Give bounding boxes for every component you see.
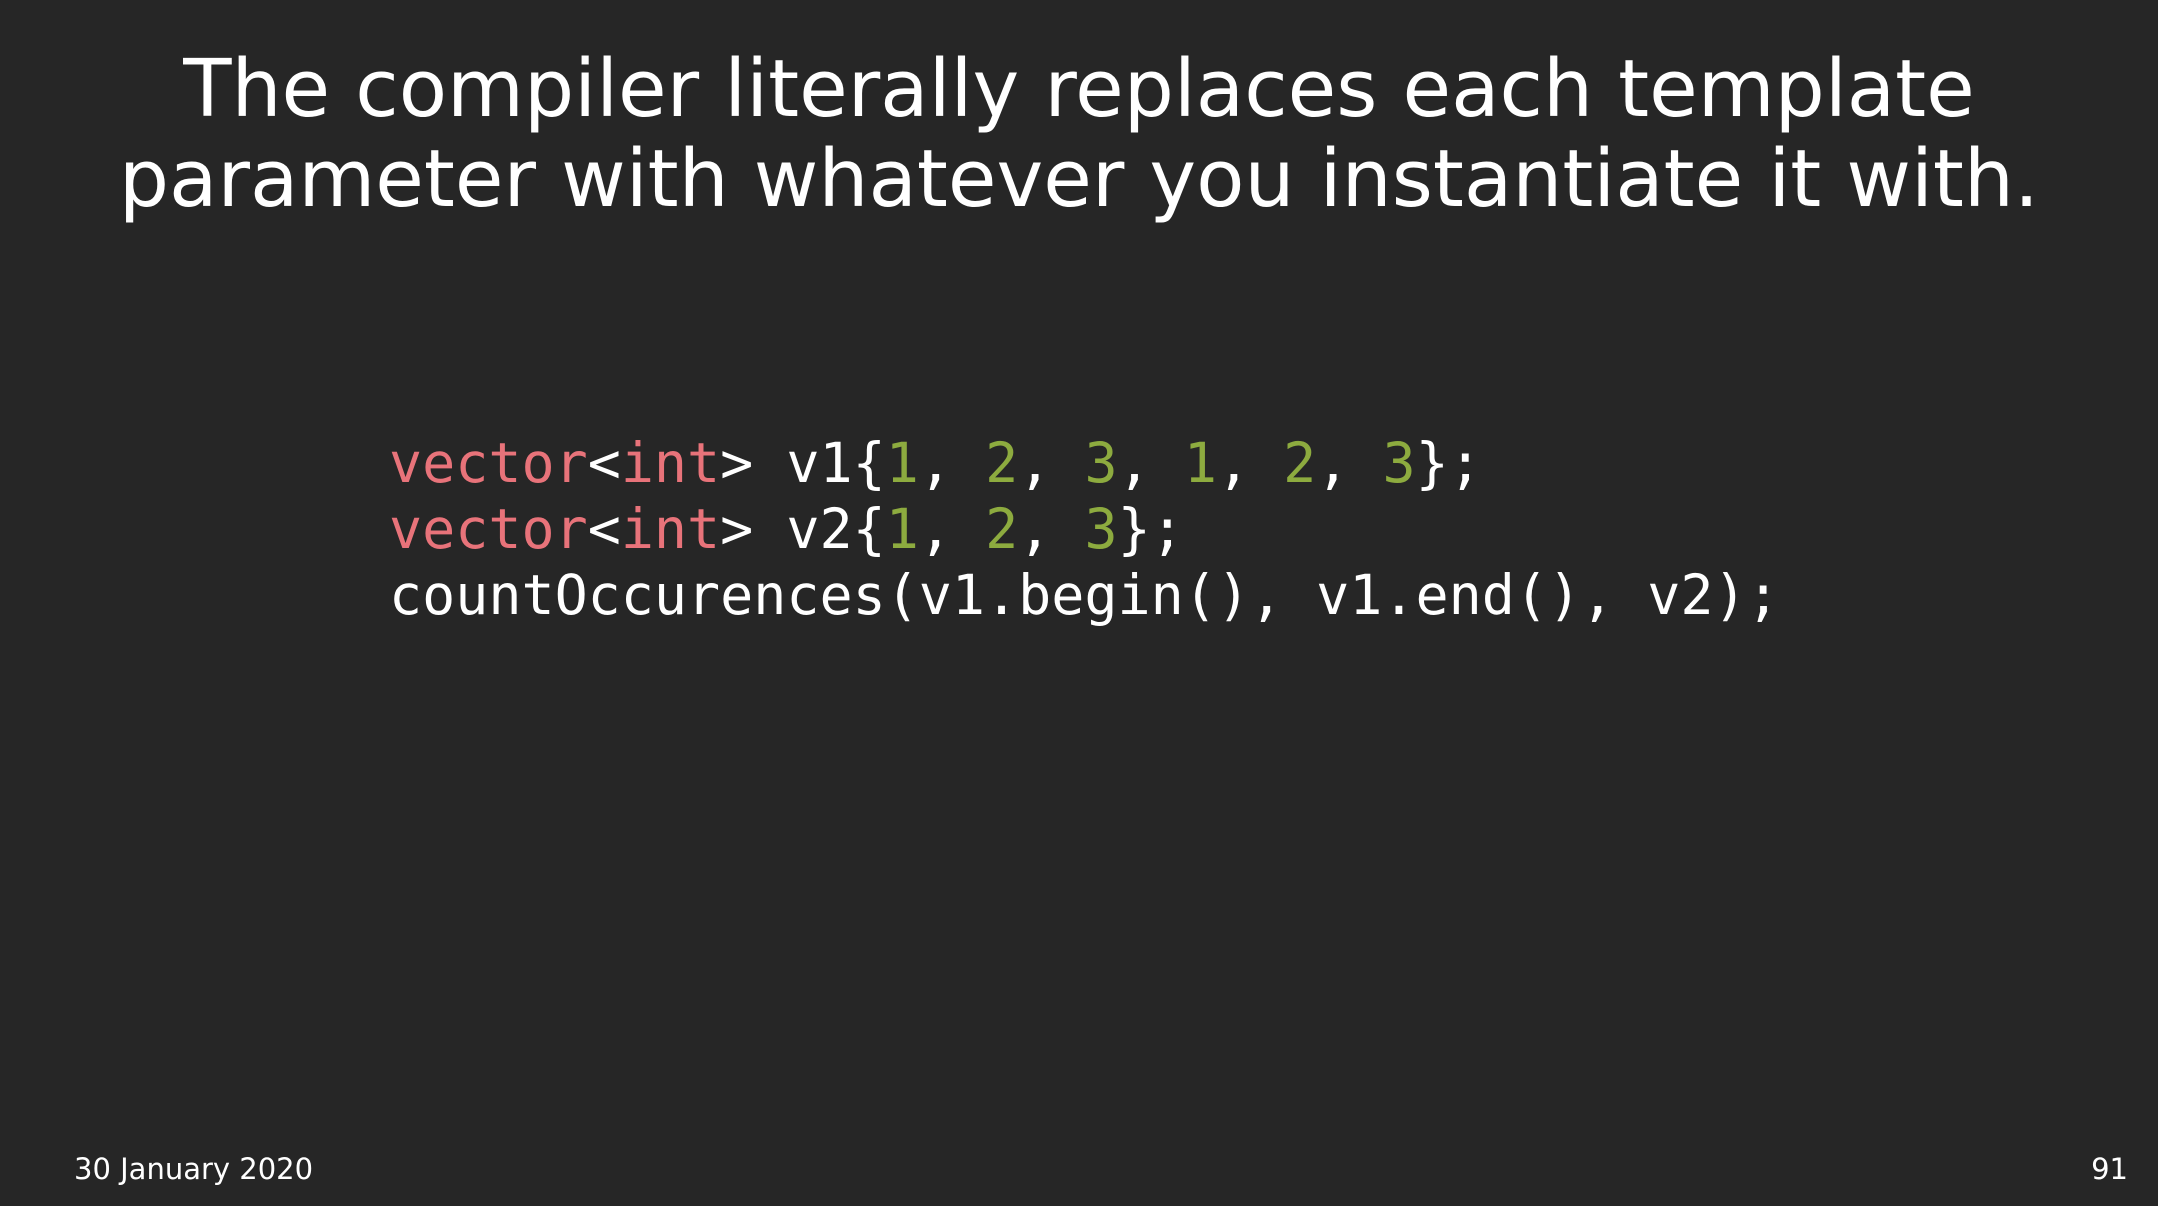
- code-token-plain: ,: [1018, 497, 1085, 561]
- code-token-plain: ,: [918, 431, 986, 495]
- code-token-plain: ,: [1117, 431, 1184, 495]
- code-token-plain: countOccurences(v1.begin(), v1.end(), v2…: [389, 563, 1780, 627]
- code-token-plain: ,: [918, 497, 986, 561]
- slide-date: 30 January 2020: [74, 1152, 314, 1186]
- code-token-number: 3: [1382, 431, 1416, 495]
- code-token-keyword: vector: [389, 497, 588, 561]
- slide-title-line-2: parameter with whatever you instantiate …: [118, 133, 2040, 225]
- code-token-number: 1: [885, 431, 919, 495]
- code-token-keyword: int: [620, 497, 721, 561]
- code-line: vector<int> v2{1, 2, 3};: [389, 496, 1780, 562]
- slide-page-number: 91: [2091, 1152, 2128, 1186]
- code-token-plain: };: [1415, 431, 1482, 495]
- code-block: vector<int> v1{1, 2, 3, 1, 2, 3}; vector<…: [389, 430, 1780, 628]
- code-token-number: 1: [1183, 431, 1217, 495]
- code-token-plain: ,: [1316, 431, 1383, 495]
- code-token-plain: > v2{: [720, 497, 886, 561]
- code-token-plain: ,: [1018, 431, 1085, 495]
- code-token-plain: <: [587, 497, 621, 561]
- code-token-plain: };: [1117, 497, 1184, 561]
- code-token-keyword: vector: [389, 431, 588, 495]
- code-token-plain: <: [587, 431, 621, 495]
- slide-title-line-1: The compiler literally replaces each tem…: [183, 43, 1975, 135]
- code-token-plain: ,: [1216, 431, 1284, 495]
- code-token-number: 3: [1084, 431, 1118, 495]
- code-line: vector<int> v1{1, 2, 3, 1, 2, 3};: [389, 430, 1780, 496]
- code-token-number: 2: [985, 497, 1019, 561]
- slide-title: The compiler literally replaces each tem…: [40, 44, 2118, 224]
- code-token-number: 3: [1084, 497, 1118, 561]
- code-token-number: 2: [985, 431, 1019, 495]
- code-token-number: 1: [885, 497, 919, 561]
- code-line: countOccurences(v1.begin(), v1.end(), v2…: [389, 562, 1780, 628]
- code-token-number: 2: [1283, 431, 1317, 495]
- code-token-plain: > v1{: [720, 431, 886, 495]
- code-token-keyword: int: [620, 431, 721, 495]
- slide: The compiler literally replaces each tem…: [0, 0, 2158, 1206]
